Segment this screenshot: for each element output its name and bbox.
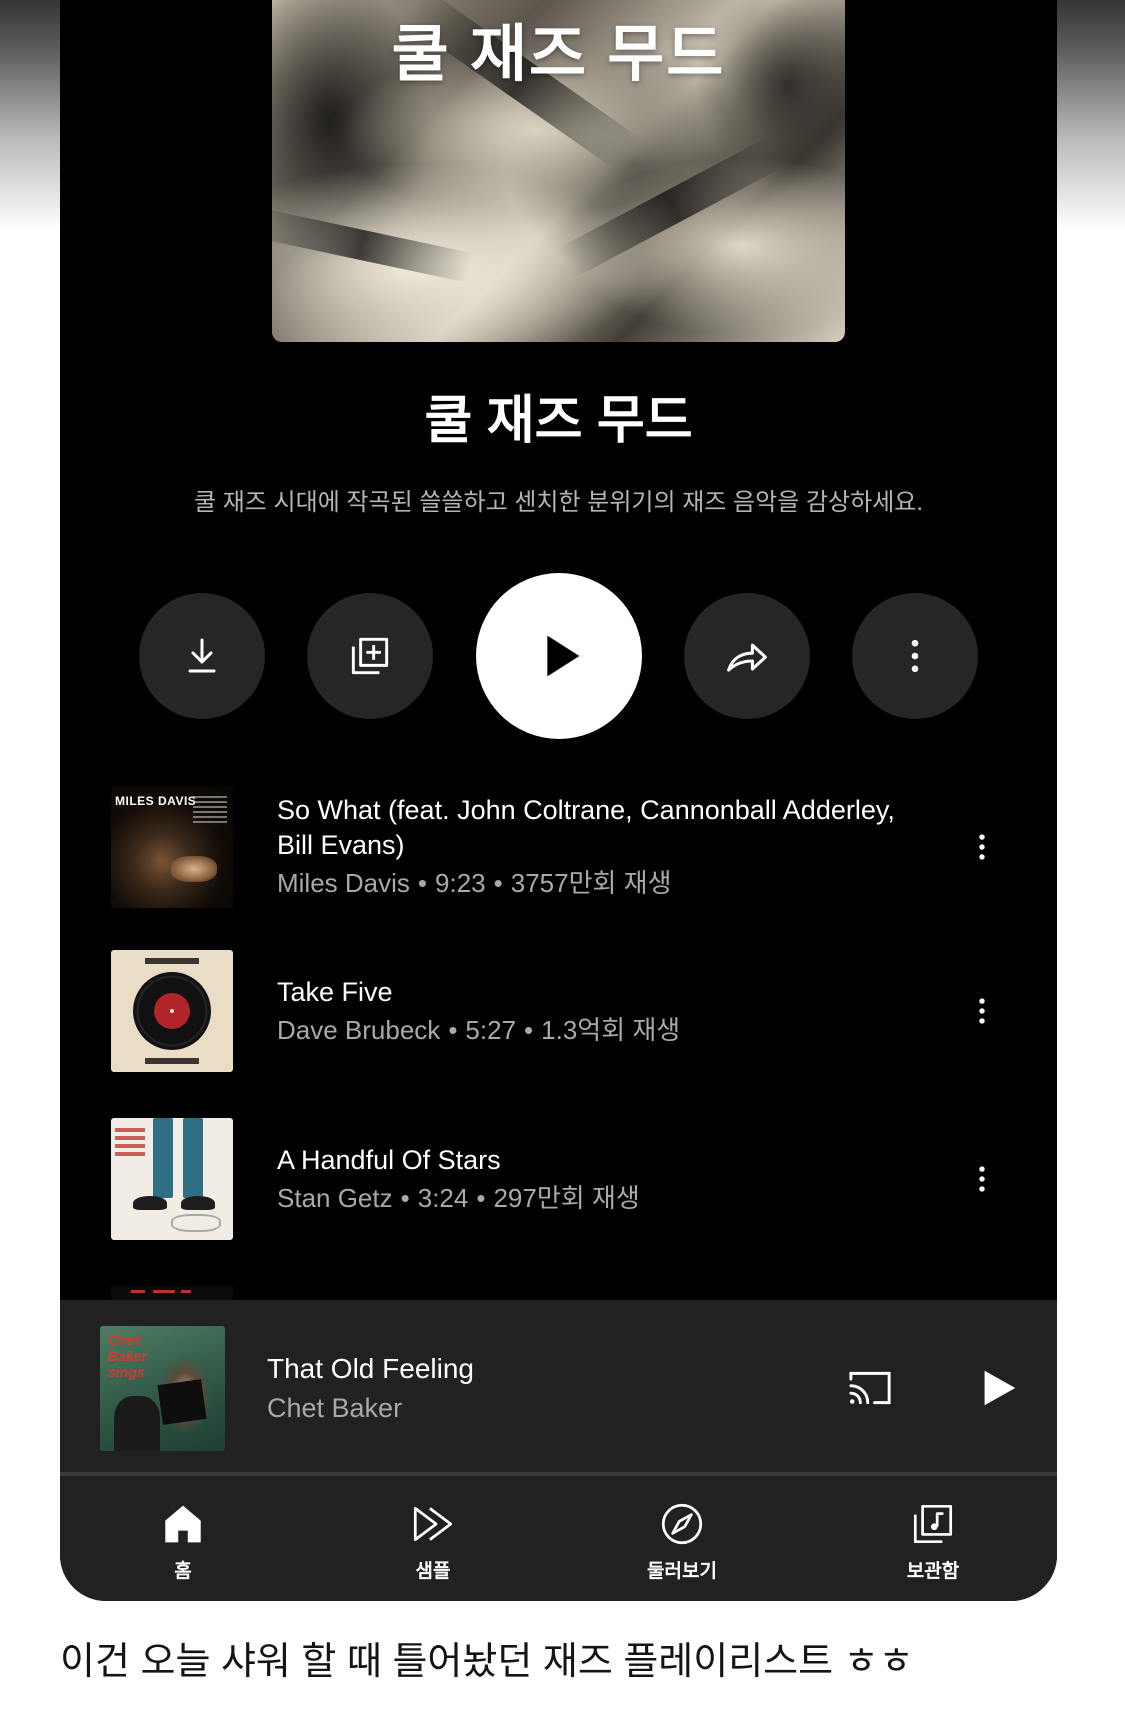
- album-cover-figure: [153, 1118, 173, 1198]
- now-playing-thumbnail: Chet Baker sings: [100, 1326, 225, 1451]
- track-artist: Miles Davis: [277, 868, 410, 898]
- now-playing-title: That Old Feeling: [267, 1353, 474, 1384]
- mini-player[interactable]: Chet Baker sings That Old Feeling Chet B…: [60, 1300, 1057, 1472]
- album-cover-figure: [183, 1118, 203, 1198]
- track-more-button[interactable]: [958, 1155, 1006, 1203]
- album-cover-decoration: [181, 1290, 191, 1293]
- mini-play-button[interactable]: [975, 1365, 1021, 1411]
- more-vert-icon: [979, 834, 985, 860]
- meta-separator: •: [524, 1014, 534, 1045]
- album-cover-figure: [171, 856, 217, 882]
- home-icon: [165, 1505, 201, 1543]
- post-caption: 이건 오늘 샤워 할 때 틀어놨던 재즈 플레이리스트 ㅎㅎ: [60, 1641, 914, 1683]
- track-info: Take Five Dave Brubeck • 5:27 • 1.3억회 재생: [277, 975, 897, 1048]
- track-more-button[interactable]: [958, 823, 1006, 871]
- nav-label: 홈: [174, 1561, 192, 1582]
- nav-item-explore[interactable]: 둘러보기: [582, 1476, 782, 1601]
- track-artist: Stan Getz: [277, 1182, 393, 1213]
- nav-item-home[interactable]: 홈: [83, 1476, 283, 1601]
- cover-title-text: 쿨 재즈 무드: [391, 20, 726, 89]
- download-icon: [188, 638, 216, 673]
- track-thumbnail: [111, 950, 233, 1072]
- play-playlist-button[interactable]: [476, 573, 642, 739]
- track-meta: Miles Davis • 9:23 • 3757만회 재생: [277, 865, 897, 901]
- playlist-title: 쿨 재즈 무드: [424, 392, 693, 450]
- meta-separator: •: [417, 868, 428, 898]
- add-to-library-icon: [351, 637, 389, 675]
- explore-icon: [661, 1503, 703, 1545]
- nav-label: 샘플: [415, 1561, 451, 1582]
- nav-item-samples[interactable]: 샘플: [333, 1476, 533, 1601]
- album-cover-figure: [114, 1396, 160, 1451]
- nav-label: 보관함: [906, 1561, 960, 1582]
- track-plays: 3757만회 재생: [510, 868, 672, 898]
- playlist-cover-art: 쿨 재즈 무드: [272, 0, 845, 342]
- more-vert-icon: [911, 639, 919, 673]
- track-more-button[interactable]: [958, 987, 1006, 1035]
- now-playing-artist: Chet Baker: [267, 1393, 403, 1423]
- track-meta: Dave Brubeck • 5:27 • 1.3억회 재생: [277, 1012, 897, 1048]
- meta-separator: •: [448, 1014, 458, 1045]
- track-duration: 3:24: [417, 1182, 469, 1213]
- album-cover-text: MILES DAVIS: [115, 794, 197, 808]
- album-cover-decoration: [145, 958, 199, 964]
- meta-separator: •: [400, 1182, 410, 1213]
- track-title: So What (feat. John Coltrane, Cannonball…: [277, 795, 895, 860]
- album-cover-decoration: [145, 1058, 199, 1064]
- playlist-description: 쿨 재즈 시대에 작곡된 쓸쓸하고 센치한 분위기의 재즈 음악을 감상하세요.: [193, 489, 924, 516]
- share-button[interactable]: [684, 593, 810, 719]
- track-plays: 297만회 재생: [493, 1182, 640, 1213]
- download-button[interactable]: [139, 593, 265, 719]
- meta-separator: •: [476, 1182, 486, 1213]
- cast-icon: [849, 1371, 891, 1405]
- album-cover-decoration: [157, 1379, 207, 1425]
- cover-art-streak: [272, 207, 473, 283]
- save-to-library-button[interactable]: [307, 593, 433, 719]
- track-row[interactable]: Take Five Dave Brubeck • 5:27 • 1.3억회 재생: [111, 950, 1011, 1072]
- album-cover-figure: [181, 1196, 215, 1210]
- track-meta: Stan Getz • 3:24 • 297만회 재생: [277, 1180, 897, 1216]
- album-cover-decoration: [171, 1214, 221, 1232]
- samples-icon: [413, 1507, 453, 1541]
- track-info: So What (feat. John Coltrane, Cannonball…: [277, 793, 897, 901]
- album-cover-decoration: [131, 1290, 145, 1293]
- play-icon: [984, 1370, 1016, 1406]
- cover-art-streak: [558, 135, 786, 279]
- track-title: Take Five: [277, 976, 393, 1007]
- app-screen: 쿨 재즈 무드 쿨 재즈 무드 쿨 재즈 시대에 작곡된 쓸쓸하고 센치한 분위…: [60, 0, 1057, 1601]
- track-info: A Handful Of Stars Stan Getz • 3:24 • 297만회 …: [277, 1143, 897, 1216]
- track-plays: 1.3억회 재생: [541, 1014, 681, 1045]
- album-cover-decoration: [193, 796, 227, 826]
- record-spindle-hole: [170, 1009, 174, 1013]
- track-duration: 9:23: [435, 868, 486, 898]
- library-icon: [913, 1504, 953, 1544]
- track-row[interactable]: A Handful Of Stars Stan Getz • 3:24 • 297만회 …: [111, 1118, 1011, 1240]
- album-cover-decoration: [153, 1290, 175, 1293]
- more-vert-icon: [979, 1166, 985, 1192]
- play-icon: [547, 635, 580, 677]
- track-artist: Dave Brubeck: [277, 1014, 441, 1045]
- album-cover-text: Chet Baker sings: [108, 1332, 147, 1380]
- track-title: A Handful Of Stars: [277, 1144, 501, 1175]
- cast-button[interactable]: [843, 1361, 897, 1415]
- track-thumbnail: MILES DAVIS: [111, 786, 233, 908]
- bottom-navigation: 홈 샘플 둘러보기 보관함: [60, 1476, 1057, 1601]
- nav-item-library[interactable]: 보관함: [833, 1476, 1033, 1601]
- album-cover-figure: [133, 1196, 167, 1210]
- track-duration: 5:27: [465, 1014, 517, 1045]
- track-thumbnail: [111, 1118, 233, 1240]
- more-vert-icon: [979, 998, 985, 1024]
- more-options-button[interactable]: [852, 593, 978, 719]
- track-row[interactable]: MILES DAVIS So What (feat. John Coltrane…: [111, 786, 1011, 908]
- album-cover-decoration: [115, 1128, 145, 1156]
- nav-label: 둘러보기: [647, 1561, 717, 1582]
- share-icon: [727, 643, 767, 672]
- meta-separator: •: [493, 868, 503, 898]
